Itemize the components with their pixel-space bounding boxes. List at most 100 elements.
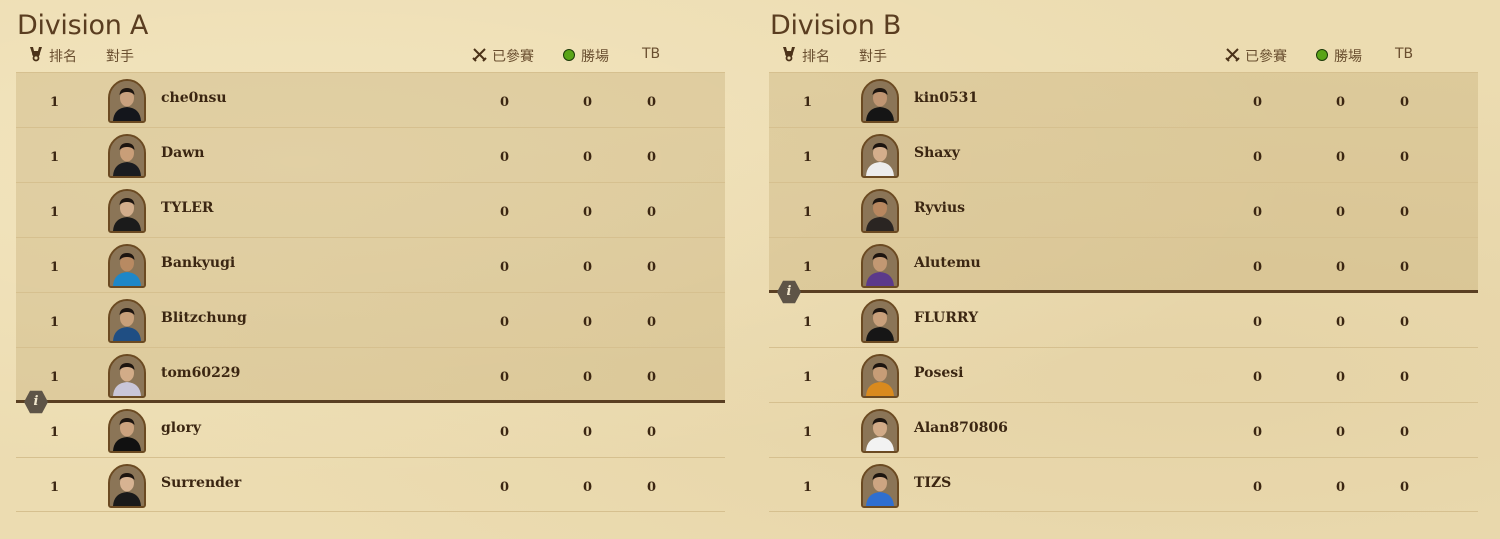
- played-count: 0: [500, 315, 510, 330]
- player-rank: 1: [803, 205, 813, 220]
- player-name[interactable]: FLURRY: [914, 310, 978, 326]
- played-column-header[interactable]: 已參賽: [1245, 46, 1287, 66]
- played-count: 0: [1253, 150, 1263, 165]
- played-count: 0: [1253, 315, 1263, 330]
- tb-value: 0: [1400, 315, 1410, 330]
- player-name[interactable]: Alan870806: [914, 420, 1008, 436]
- qualification-cutline: [16, 400, 725, 403]
- player-avatar[interactable]: [108, 299, 146, 343]
- player-avatar[interactable]: [108, 409, 146, 453]
- player-name[interactable]: TIZS: [914, 475, 951, 491]
- played-column-header[interactable]: 已參賽: [492, 46, 534, 66]
- player-name[interactable]: glory: [161, 420, 201, 436]
- played-count: 0: [1253, 95, 1263, 110]
- wins-count: 0: [1336, 315, 1346, 330]
- opponent-column-header[interactable]: 對手: [859, 46, 887, 66]
- player-avatar[interactable]: [108, 189, 146, 233]
- player-avatar[interactable]: [108, 244, 146, 288]
- player-avatar[interactable]: [861, 134, 899, 178]
- player-row[interactable]: 1 Bankyugi 0 0 0: [16, 237, 725, 292]
- played-count: 0: [1253, 425, 1263, 440]
- player-avatar[interactable]: [861, 409, 899, 453]
- tb-value: 0: [1400, 370, 1410, 385]
- rank-column-header[interactable]: 排名: [49, 46, 77, 66]
- player-row[interactable]: 1 che0nsu 0 0 0: [16, 72, 725, 127]
- player-row[interactable]: 1 Dawn 0 0 0: [16, 127, 725, 182]
- player-rank: 1: [803, 425, 813, 440]
- player-rank: 1: [803, 95, 813, 110]
- player-row[interactable]: 1 Blitzchung 0 0 0: [16, 292, 725, 347]
- wins-count: 0: [1336, 370, 1346, 385]
- tb-value: 0: [647, 260, 657, 275]
- tb-column-header[interactable]: TB: [642, 46, 660, 62]
- tb-value: 0: [1400, 150, 1410, 165]
- player-row[interactable]: 1 Ryvius 0 0 0: [769, 182, 1478, 237]
- player-row[interactable]: 1 Surrender 0 0 0: [16, 457, 725, 512]
- wins-column-header[interactable]: 勝場: [581, 46, 609, 66]
- player-avatar[interactable]: [861, 354, 899, 398]
- wins-count: 0: [583, 205, 593, 220]
- opponent-column-header[interactable]: 對手: [106, 46, 134, 66]
- played-count: 0: [1253, 370, 1263, 385]
- player-row[interactable]: 1 Shaxy 0 0 0: [769, 127, 1478, 182]
- player-row[interactable]: 1 TIZS 0 0 0: [769, 457, 1478, 512]
- player-name[interactable]: Alutemu: [914, 255, 981, 271]
- player-row[interactable]: 1 glory 0 0 0: [16, 402, 725, 457]
- standings-header: 排名 對手 已參賽 勝場 TB: [769, 44, 1478, 68]
- wins-count: 0: [583, 370, 593, 385]
- wins-count: 0: [583, 425, 593, 440]
- played-count: 0: [500, 205, 510, 220]
- player-avatar[interactable]: [108, 79, 146, 123]
- player-name[interactable]: Ryvius: [914, 200, 965, 216]
- player-name[interactable]: kin0531: [914, 90, 978, 106]
- player-row[interactable]: 1 tom60229 0 0 0: [16, 347, 725, 402]
- played-count: 0: [500, 260, 510, 275]
- player-name[interactable]: TYLER: [161, 200, 214, 216]
- player-rank: 1: [803, 150, 813, 165]
- player-avatar[interactable]: [861, 189, 899, 233]
- wins-count: 0: [583, 315, 593, 330]
- tb-value: 0: [1400, 425, 1410, 440]
- player-name[interactable]: tom60229: [161, 365, 240, 381]
- standings-header: 排名 對手 已參賽 勝場 TB: [16, 44, 725, 68]
- player-name[interactable]: Blitzchung: [161, 310, 247, 326]
- player-row[interactable]: 1 Alan870806 0 0 0: [769, 402, 1478, 457]
- player-row[interactable]: 1 FLURRY 0 0 0: [769, 292, 1478, 347]
- player-avatar[interactable]: [108, 134, 146, 178]
- wins-column-header[interactable]: 勝場: [1334, 46, 1362, 66]
- rank-column-header[interactable]: 排名: [802, 46, 830, 66]
- played-count: 0: [500, 480, 510, 495]
- tb-value: 0: [647, 95, 657, 110]
- player-avatar[interactable]: [108, 354, 146, 398]
- tb-value: 0: [1400, 95, 1410, 110]
- player-avatar[interactable]: [861, 299, 899, 343]
- player-name[interactable]: Shaxy: [914, 145, 960, 161]
- player-avatar[interactable]: [861, 244, 899, 288]
- player-row[interactable]: 1 TYLER 0 0 0: [16, 182, 725, 237]
- played-count: 0: [1253, 480, 1263, 495]
- played-count: 0: [500, 95, 510, 110]
- player-row[interactable]: 1 Posesi 0 0 0: [769, 347, 1478, 402]
- crossed-swords-icon: [1225, 47, 1240, 62]
- player-name[interactable]: Bankyugi: [161, 255, 235, 271]
- played-count: 0: [1253, 260, 1263, 275]
- player-rank: 1: [50, 425, 60, 440]
- player-row[interactable]: 1 kin0531 0 0 0: [769, 72, 1478, 127]
- player-name[interactable]: Dawn: [161, 145, 204, 161]
- player-avatar[interactable]: [861, 464, 899, 508]
- player-row[interactable]: 1 Alutemu 0 0 0: [769, 237, 1478, 292]
- player-name[interactable]: Posesi: [914, 365, 963, 381]
- division-title: Division B: [770, 10, 902, 41]
- wins-count: 0: [1336, 480, 1346, 495]
- division-title: Division A: [17, 10, 149, 41]
- tb-value: 0: [647, 315, 657, 330]
- tb-value: 0: [647, 370, 657, 385]
- player-avatar[interactable]: [108, 464, 146, 508]
- player-name[interactable]: Surrender: [161, 475, 241, 491]
- crossed-swords-icon: [472, 47, 487, 62]
- player-avatar[interactable]: [861, 79, 899, 123]
- tb-value: 0: [647, 150, 657, 165]
- player-name[interactable]: che0nsu: [161, 90, 227, 106]
- division-a-panel: Division A 排名 對手 已參賽 勝場 TB 1 che0nsu 0 0 0 1 D…: [16, 0, 725, 539]
- tb-column-header[interactable]: TB: [1395, 46, 1413, 62]
